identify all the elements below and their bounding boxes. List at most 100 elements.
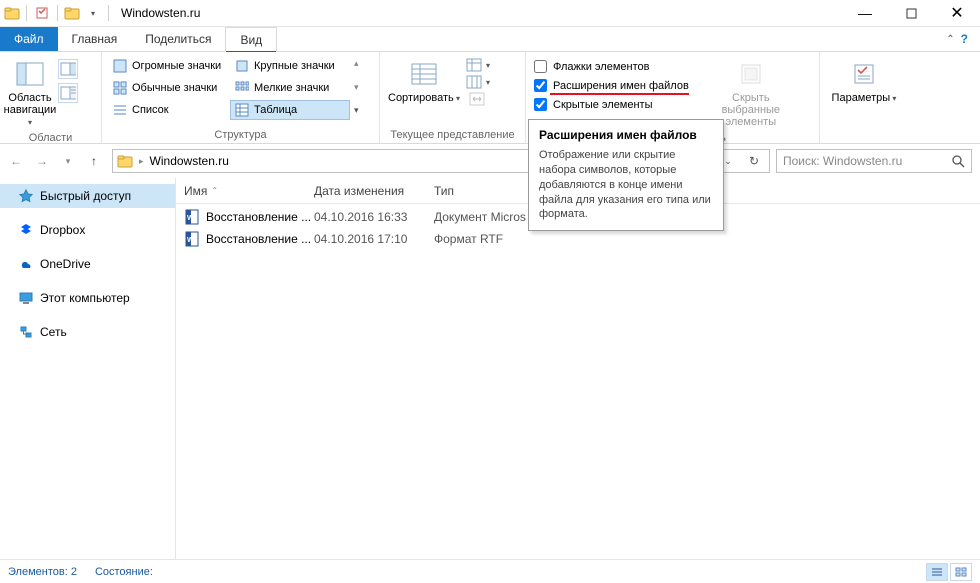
- onedrive-icon: [18, 256, 34, 272]
- navigation-pane-label: Область навигации: [4, 92, 57, 128]
- add-columns-icon[interactable]: ▾: [466, 75, 490, 89]
- sort-button[interactable]: Сортировать: [386, 56, 462, 106]
- status-item-count: Элементов: 2: [8, 566, 77, 578]
- recent-locations-button[interactable]: ▾: [56, 149, 80, 173]
- maximize-button[interactable]: [888, 0, 934, 27]
- tab-share[interactable]: Поделиться: [131, 27, 225, 51]
- breadcrumb[interactable]: Windowsten.ru: [150, 154, 229, 168]
- folder-icon-2: [64, 5, 80, 21]
- sort-icon: [408, 58, 440, 90]
- qat-separator-3: [108, 5, 109, 21]
- nav-buttons: ← → ▾ ↑: [4, 149, 106, 173]
- tab-home[interactable]: Главная: [58, 27, 132, 51]
- star-icon: [18, 188, 34, 204]
- layout-small-label: Мелкие значки: [254, 82, 329, 94]
- expand-gallery-icon[interactable]: ▾: [354, 105, 359, 116]
- nav-quick-label: Быстрый доступ: [40, 189, 131, 203]
- navigation-pane-button[interactable]: Область навигации: [6, 56, 54, 130]
- column-name-label: Имя: [184, 184, 207, 198]
- collapse-ribbon-icon[interactable]: ⌃: [946, 34, 954, 45]
- scroll-down-icon[interactable]: ▾: [354, 82, 359, 93]
- refresh-icon[interactable]: ↻: [743, 150, 765, 172]
- options-icon: [848, 58, 880, 90]
- nav-thispc[interactable]: Этот компьютер: [0, 286, 175, 310]
- column-name[interactable]: Имя⌃: [184, 184, 314, 198]
- column-date-label: Дата изменения: [314, 184, 404, 198]
- close-button[interactable]: ✕: [934, 0, 980, 27]
- nav-network[interactable]: Сеть: [0, 320, 175, 344]
- size-columns-icon[interactable]: [469, 92, 487, 106]
- qat-properties-icon[interactable]: [33, 4, 51, 22]
- ribbon-group-currentview: Сортировать ▾ ▾ Текущее представление: [380, 52, 526, 143]
- folder-icon: [4, 5, 20, 21]
- layout-small[interactable]: Мелкие значки: [230, 78, 350, 98]
- ribbon-help: ⌃ ?: [934, 27, 980, 51]
- ribbon-group-options: Параметры: [820, 52, 908, 143]
- item-checkboxes-label: Флажки элементов: [553, 61, 649, 73]
- ribbon-group-currentview-label: Текущее представление: [386, 127, 519, 141]
- ribbon-group-options-label: [826, 139, 902, 141]
- item-hidden[interactable]: Скрытые элементы: [532, 96, 691, 113]
- options-label: Параметры: [832, 92, 897, 104]
- forward-button[interactable]: →: [30, 149, 54, 173]
- nav-onedrive[interactable]: OneDrive: [0, 252, 175, 276]
- back-button[interactable]: ←: [4, 149, 28, 173]
- status-icons-view-icon[interactable]: [950, 563, 972, 581]
- svg-text:W: W: [187, 237, 194, 244]
- search-placeholder: Поиск: Windowsten.ru: [783, 154, 951, 168]
- ribbon-group-panes-label: Области: [6, 130, 95, 144]
- item-extensions[interactable]: Расширения имен файлов: [532, 77, 691, 94]
- file-pane: Имя⌃ Дата изменения Тип W Восстановление…: [176, 178, 980, 559]
- up-button[interactable]: ↑: [82, 149, 106, 173]
- details-pane-icon[interactable]: [58, 83, 78, 103]
- search-box[interactable]: Поиск: Windowsten.ru: [776, 149, 972, 173]
- folder-icon-addr: [117, 153, 133, 169]
- ribbon: Область навигации Области Огромные значк…: [0, 52, 980, 144]
- svg-text:W: W: [187, 215, 194, 222]
- item-checkboxes[interactable]: Флажки элементов: [532, 58, 691, 75]
- layout-large[interactable]: Крупные значки: [230, 56, 350, 76]
- layout-table[interactable]: Таблица: [230, 100, 350, 120]
- checkbox-extensions[interactable]: [534, 79, 547, 92]
- nav-onedrive-label: OneDrive: [40, 257, 91, 271]
- file-name: Восстановление ...: [206, 232, 314, 246]
- minimize-button[interactable]: —: [842, 0, 888, 27]
- options-button[interactable]: Параметры: [826, 56, 902, 106]
- nav-dropbox-label: Dropbox: [40, 223, 85, 237]
- help-icon[interactable]: ?: [961, 32, 968, 46]
- checkbox-hidden[interactable]: [534, 98, 547, 111]
- dropbox-icon: [18, 222, 34, 238]
- layout-list[interactable]: Список: [108, 100, 228, 120]
- qat-separator-2: [57, 5, 58, 21]
- navigation-pane-icon: [14, 58, 46, 90]
- hide-selected-icon: [735, 58, 767, 90]
- crumb-separator[interactable]: ▸: [137, 156, 146, 167]
- scroll-up-icon[interactable]: ▴: [354, 58, 359, 69]
- tooltip: Расширения имен файлов Отображение или с…: [528, 119, 724, 231]
- qat-dropdown-icon[interactable]: ▾: [84, 4, 102, 22]
- column-date[interactable]: Дата изменения: [314, 184, 434, 198]
- navigation-pane: Быстрый доступ Dropbox OneDrive Этот ком…: [0, 178, 176, 559]
- layout-medium[interactable]: Обычные значки: [108, 78, 228, 98]
- word-doc-icon: W: [184, 209, 200, 225]
- status-view-buttons: [926, 563, 972, 581]
- ribbon-tabs: Файл Главная Поделиться Вид ⌃ ?: [0, 27, 980, 52]
- ribbon-group-layout-label: Структура: [108, 127, 373, 141]
- nav-dropbox[interactable]: Dropbox: [0, 218, 175, 242]
- preview-pane-icon[interactable]: [58, 59, 78, 79]
- list-icon: [112, 102, 128, 118]
- status-details-view-icon[interactable]: [926, 563, 948, 581]
- nav-network-label: Сеть: [40, 325, 67, 339]
- view-small-buttons: ▾ ▾: [466, 56, 490, 106]
- nav-quick-access[interactable]: Быстрый доступ: [0, 184, 175, 208]
- tab-file[interactable]: Файл: [0, 27, 58, 51]
- layout-huge[interactable]: Огромные значки: [108, 56, 228, 76]
- table-row[interactable]: W Восстановление ... 04.10.2016 17:10 Фо…: [176, 228, 980, 250]
- checkbox-item-checkboxes[interactable]: [534, 60, 547, 73]
- quick-access-toolbar: ▾: [0, 4, 115, 22]
- titlebar: ▾ Windowsten.ru — ✕: [0, 0, 980, 27]
- pc-icon: [18, 290, 34, 306]
- small-icons-icon: [234, 80, 250, 96]
- group-by-icon[interactable]: ▾: [466, 58, 490, 72]
- tab-view[interactable]: Вид: [225, 27, 277, 52]
